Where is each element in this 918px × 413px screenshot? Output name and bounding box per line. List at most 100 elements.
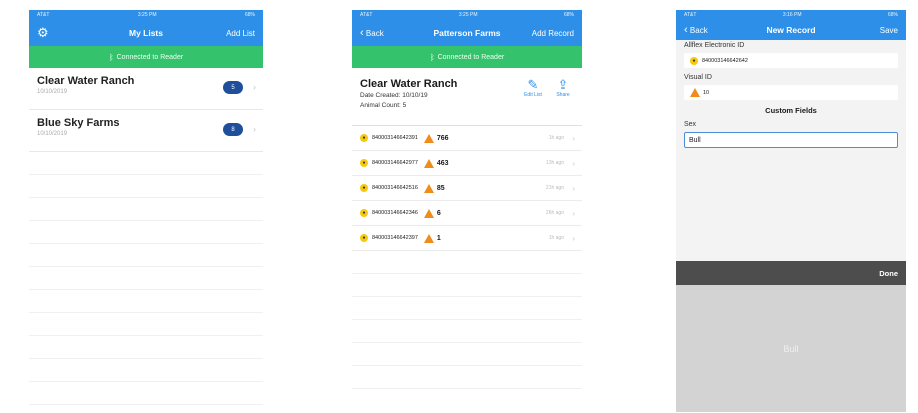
eid-icon: ● bbox=[360, 209, 368, 217]
picker-selected-value: Bull bbox=[783, 343, 799, 354]
table-row[interactable]: ● 840003146642346 6 26h ago › bbox=[352, 201, 582, 226]
status-bar: AT&T 3:25 PM 68% bbox=[352, 10, 582, 20]
gear-icon[interactable]: ⚙ bbox=[37, 25, 49, 41]
record-eid: 840003146642977 bbox=[372, 160, 418, 166]
ear-tag-icon bbox=[423, 133, 434, 143]
chevron-right-icon: › bbox=[572, 183, 575, 193]
status-bar: AT&T 3:16 PM 68% bbox=[676, 10, 906, 20]
empty-list-area bbox=[29, 152, 263, 412]
chevron-left-icon: ‹ bbox=[360, 27, 364, 39]
sex-picker[interactable]: Bull bbox=[676, 285, 906, 412]
reader-status: Connected to Reader bbox=[116, 53, 184, 61]
table-row[interactable]: ● 840003146642977 463 13h ago › bbox=[352, 151, 582, 176]
chevron-right-icon: › bbox=[253, 82, 256, 92]
chevron-right-icon: › bbox=[572, 208, 575, 218]
back-label: Back bbox=[689, 26, 708, 35]
list-item[interactable]: Clear Water Ranch 10/10/2019 5 › bbox=[29, 68, 263, 110]
record-vid: 6 bbox=[436, 209, 441, 217]
list-header: Clear Water Ranch Date Created: 10/10/19… bbox=[352, 68, 582, 126]
ear-tag-icon bbox=[690, 88, 700, 97]
eid-value: 840003146642642 bbox=[702, 57, 748, 64]
nav-bar: ‹ Back Patterson Farms Add Record bbox=[352, 20, 582, 46]
record-time: 1h ago bbox=[548, 235, 564, 241]
share-button[interactable]: ⇪ Share bbox=[550, 77, 576, 99]
record-vid: 463 bbox=[436, 159, 449, 167]
chevron-left-icon: ‹ bbox=[684, 24, 688, 36]
eid-icon: ● bbox=[360, 159, 368, 167]
clock: 3:16 PM bbox=[782, 12, 802, 18]
share-label: Share bbox=[556, 92, 570, 98]
eid-field[interactable]: ● 840003146642642 bbox=[684, 53, 898, 68]
record-time: 26h ago bbox=[545, 210, 564, 216]
table-row[interactable]: ● 840003146642397 1 1h ago › bbox=[352, 226, 582, 251]
table-row[interactable]: ● 840003146642391 766 1h ago › bbox=[352, 126, 582, 151]
chevron-right-icon: › bbox=[572, 158, 575, 168]
add-list-button[interactable]: Add List bbox=[226, 29, 255, 38]
ear-tag-icon bbox=[423, 158, 434, 168]
list-date: 10/10/2019 bbox=[37, 89, 68, 95]
edit-icon: ✎ bbox=[527, 77, 539, 92]
count-badge: 5 bbox=[223, 81, 243, 94]
add-record-button[interactable]: Add Record bbox=[532, 29, 574, 38]
sex-input[interactable]: Bull bbox=[684, 132, 898, 148]
edit-list-button[interactable]: ✎ Edit List bbox=[520, 77, 546, 99]
record-eid: 840003146642391 bbox=[372, 135, 418, 141]
back-button[interactable]: ‹ Back bbox=[684, 24, 708, 36]
battery: 68% bbox=[887, 12, 898, 18]
clock: 3:25 PM bbox=[137, 12, 157, 18]
edit-list-label: Edit List bbox=[524, 92, 542, 98]
empty-list-area bbox=[352, 251, 582, 389]
reader-banner: ᛒ Connected to Reader bbox=[352, 46, 582, 68]
my-lists-screen: AT&T 3:25 PM 68% ⚙ My Lists Add List ᛒ C… bbox=[29, 10, 263, 412]
visual-id-value: 10 bbox=[703, 89, 710, 96]
sex-label: Sex bbox=[684, 121, 697, 128]
animal-count: Animal Count: 5 bbox=[360, 102, 407, 109]
eid-icon: ● bbox=[690, 56, 698, 65]
back-label: Back bbox=[365, 29, 384, 38]
carrier: AT&T bbox=[684, 12, 697, 18]
status-bar: AT&T 3:25 PM 68% bbox=[29, 10, 263, 20]
list-item[interactable]: Blue Sky Farms 10/10/2019 8 › bbox=[29, 110, 263, 152]
chevron-right-icon: › bbox=[572, 233, 575, 243]
bluetooth-icon: ᛒ bbox=[429, 52, 435, 62]
picker-toolbar: Done bbox=[676, 261, 906, 285]
ear-tag-icon bbox=[423, 208, 434, 218]
record-vid: 766 bbox=[436, 134, 449, 142]
record-time: 21h ago bbox=[545, 185, 564, 191]
share-icon: ⇪ bbox=[557, 77, 569, 92]
reader-status: Connected to Reader bbox=[437, 53, 505, 61]
reader-banner: ᛒ Connected to Reader bbox=[29, 46, 263, 68]
carrier: AT&T bbox=[37, 12, 50, 18]
battery: 68% bbox=[244, 12, 255, 18]
count-badge: 8 bbox=[223, 123, 243, 136]
save-button[interactable]: Save bbox=[880, 26, 898, 35]
custom-fields-title: Custom Fields bbox=[765, 106, 817, 115]
visual-id-label: Visual ID bbox=[684, 74, 712, 81]
record-eid: 840003146642516 bbox=[372, 185, 418, 191]
clock: 3:25 PM bbox=[458, 12, 478, 18]
ear-tag-icon bbox=[423, 233, 434, 243]
eid-icon: ● bbox=[360, 134, 368, 142]
table-row[interactable]: ● 840003146642516 85 21h ago › bbox=[352, 176, 582, 201]
eid-icon: ● bbox=[360, 184, 368, 192]
list-detail-screen: AT&T 3:25 PM 68% ‹ Back Patterson Farms … bbox=[352, 10, 582, 412]
ear-tag-icon bbox=[423, 183, 434, 193]
eid-icon: ● bbox=[360, 234, 368, 242]
record-time: 13h ago bbox=[545, 160, 564, 166]
record-vid: 85 bbox=[436, 184, 445, 192]
eid-label: Allflex Electronic ID bbox=[684, 42, 745, 49]
record-vid: 1 bbox=[436, 234, 441, 242]
nav-title: New Record bbox=[766, 25, 816, 35]
visual-id-field[interactable]: 10 bbox=[684, 85, 898, 100]
chevron-right-icon: › bbox=[253, 124, 256, 134]
nav-bar: ‹ Back New Record Save bbox=[676, 20, 906, 40]
done-button[interactable]: Done bbox=[879, 269, 898, 278]
record-eid: 840003146642397 bbox=[372, 235, 418, 241]
nav-bar: ⚙ My Lists Add List bbox=[29, 20, 263, 46]
record-eid: 840003146642346 bbox=[372, 210, 418, 216]
list-date: 10/10/2019 bbox=[37, 131, 68, 137]
bluetooth-icon: ᛒ bbox=[108, 52, 114, 62]
record-time: 1h ago bbox=[548, 135, 564, 141]
back-button[interactable]: ‹ Back bbox=[360, 27, 384, 39]
battery: 68% bbox=[563, 12, 574, 18]
